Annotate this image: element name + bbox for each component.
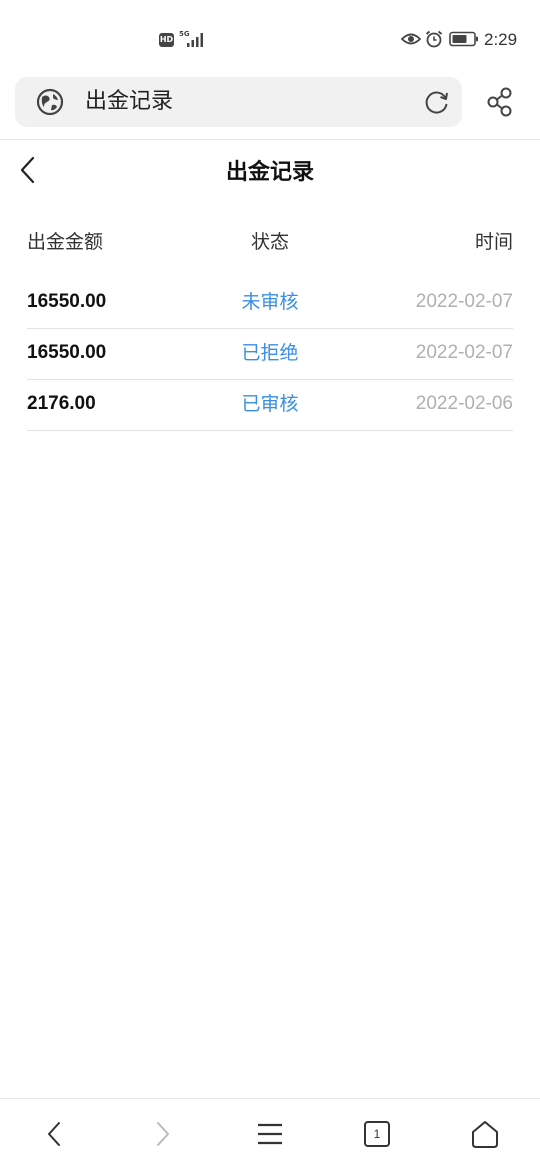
home-icon[interactable] xyxy=(470,1119,500,1149)
eye-icon xyxy=(401,33,421,45)
share-icon[interactable] xyxy=(486,87,514,117)
tab-count: 1 xyxy=(364,1121,390,1147)
globe-icon[interactable] xyxy=(36,88,64,116)
address-text[interactable]: 出金记录 xyxy=(85,88,173,116)
hd-badge: HD xyxy=(159,33,174,47)
tabs-button[interactable]: 1 xyxy=(362,1119,392,1149)
row-time: 2022-02-06 xyxy=(415,393,513,414)
bottom-nav: 1 xyxy=(0,1098,540,1170)
row-time: 2022-02-07 xyxy=(415,291,513,312)
table-row[interactable]: 2176.00 已审核 2022-02-06 xyxy=(27,380,513,431)
reload-icon[interactable] xyxy=(424,89,450,115)
back-icon[interactable] xyxy=(40,1119,70,1149)
header-status: 状态 xyxy=(250,231,289,253)
clock: 2:29 xyxy=(484,30,518,49)
page-title: 出金记录 xyxy=(225,160,314,185)
table-row[interactable]: 16550.00 已拒绝 2022-02-07 xyxy=(27,329,513,380)
table-header: 出金金额 状态 时间 xyxy=(27,222,513,262)
address-bar[interactable]: 出金记录 xyxy=(15,77,462,127)
withdrawal-table: 出金金额 状态 时间 16550.00 未审核 2022-02-07 16550… xyxy=(27,222,513,431)
header-time: 时间 xyxy=(474,231,513,253)
signal-icon xyxy=(187,33,203,47)
status-bar: HD 5G 2:29 xyxy=(0,0,540,72)
alarm-icon xyxy=(425,30,443,48)
battery-icon xyxy=(449,31,478,47)
divider xyxy=(0,139,540,140)
menu-icon[interactable] xyxy=(255,1119,285,1149)
row-time: 2022-02-07 xyxy=(415,342,513,363)
forward-icon[interactable] xyxy=(147,1119,177,1149)
table-body: 16550.00 未审核 2022-02-07 16550.00 已拒绝 202… xyxy=(27,278,513,431)
table-row[interactable]: 16550.00 未审核 2022-02-07 xyxy=(27,278,513,329)
